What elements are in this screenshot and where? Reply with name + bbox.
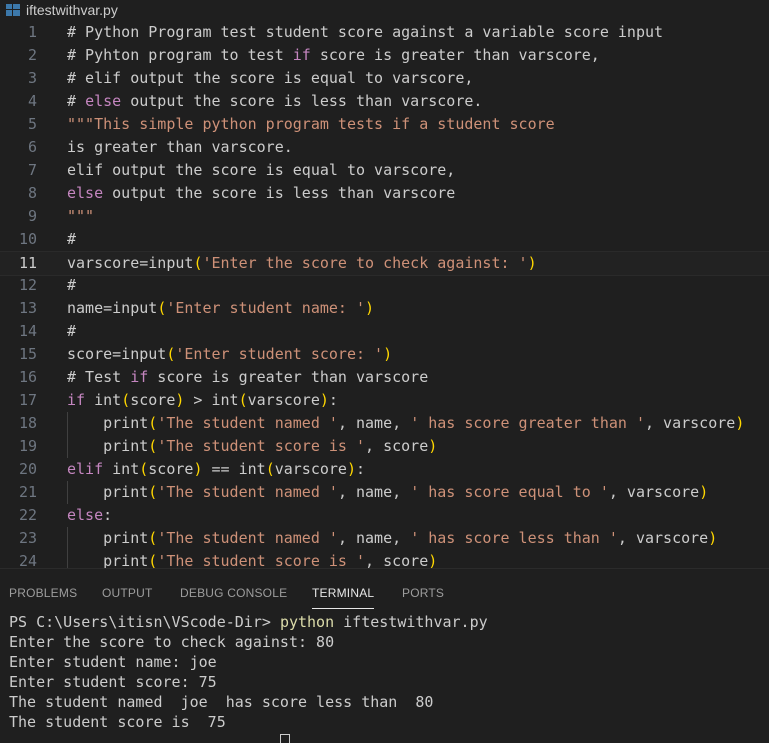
tab-terminal[interactable]: TERMINAL bbox=[312, 586, 375, 609]
panel-divider bbox=[0, 568, 769, 569]
code-text: else: bbox=[67, 506, 113, 524]
tab-debug-console[interactable]: DEBUG CONSOLE bbox=[180, 586, 287, 600]
line-number: 21 bbox=[18, 483, 37, 501]
terminal-prompt: PS C:\Users\itisn\VScode-Dir> bbox=[9, 613, 280, 631]
terminal-line: The student named joe has score less tha… bbox=[9, 693, 434, 711]
line-number: 7 bbox=[27, 161, 37, 179]
terminal-prompt-line: PS C:\Users\itisn\VScode-Dir> python ift… bbox=[9, 612, 769, 632]
tab-problems[interactable]: PROBLEMS bbox=[9, 586, 77, 600]
tab-filename: iftestwithvar.py bbox=[26, 2, 118, 18]
code-line[interactable]: 7 elif output the score is equal to varsc… bbox=[0, 159, 769, 182]
code-text: # bbox=[67, 322, 77, 340]
code-line[interactable]: 16 # Test if score is greater than varsco… bbox=[0, 366, 769, 389]
line-number: 24 bbox=[18, 552, 37, 568]
line-number: 18 bbox=[18, 414, 37, 432]
code-line[interactable]: 23 print('The student named ', name, ' h… bbox=[0, 527, 769, 550]
terminal-command: python bbox=[279, 613, 335, 631]
line-number: 8 bbox=[27, 184, 37, 202]
code-text: # bbox=[67, 230, 77, 248]
code-text: """ bbox=[67, 207, 95, 225]
code-line[interactable]: 15 score=input('Enter student score: ') bbox=[0, 343, 769, 366]
line-number: 5 bbox=[27, 115, 37, 133]
code-text: elif int(score) == int(varscore): bbox=[67, 460, 366, 478]
code-text: name=input('Enter student name: ') bbox=[67, 299, 375, 317]
code-text: # else output the score is less than var… bbox=[67, 92, 483, 110]
line-number: 12 bbox=[18, 276, 37, 294]
code-line[interactable]: 13 name=input('Enter student name: ') bbox=[0, 297, 769, 320]
python-file-icon bbox=[6, 4, 20, 16]
line-number: 13 bbox=[18, 299, 37, 317]
code-line[interactable]: 10 # bbox=[0, 228, 769, 251]
code-line[interactable]: 11 varscore=input('Enter the score to che… bbox=[0, 251, 769, 276]
tab-ports[interactable]: PORTS bbox=[402, 586, 444, 600]
line-number: 23 bbox=[18, 529, 37, 547]
line-number: 16 bbox=[18, 368, 37, 386]
line-number: 9 bbox=[27, 207, 37, 225]
terminal-line: Enter the score to check against: 80 bbox=[9, 633, 335, 651]
code-line[interactable]: 24 print('The student score is ', score) bbox=[0, 550, 769, 568]
code-text: # Python Program test student score agai… bbox=[67, 23, 664, 41]
code-line[interactable]: 4 # else output the score is less than va… bbox=[0, 90, 769, 113]
tab-output[interactable]: OUTPUT bbox=[102, 586, 153, 600]
line-number: 19 bbox=[18, 437, 37, 455]
code-text: elif output the score is equal to varsco… bbox=[67, 161, 456, 179]
panel-tab-bar: PROBLEMS OUTPUT DEBUG CONSOLE TERMINAL P… bbox=[0, 578, 769, 609]
code-line[interactable]: 9 """ bbox=[0, 205, 769, 228]
code-line[interactable]: 18 print('The student named ', name, ' h… bbox=[0, 412, 769, 435]
code-text: # bbox=[67, 276, 77, 294]
code-text: print('The student named ', name, ' has … bbox=[67, 529, 718, 547]
code-line[interactable]: 2 # Pyhton program to test if score is gr… bbox=[0, 44, 769, 67]
code-text: varscore=input('Enter the score to check… bbox=[67, 254, 537, 272]
line-number: 17 bbox=[18, 391, 37, 409]
line-number: 20 bbox=[18, 460, 37, 478]
editor-tab[interactable]: iftestwithvar.py bbox=[0, 0, 769, 20]
code-line[interactable]: 19 print('The student score is ', score) bbox=[0, 435, 769, 458]
code-editor[interactable]: 1 # Python Program test student score aga… bbox=[0, 20, 769, 568]
line-number: 22 bbox=[18, 506, 37, 524]
code-line[interactable]: 3 # elif output the score is equal to var… bbox=[0, 67, 769, 90]
line-number: 6 bbox=[27, 138, 37, 156]
code-line[interactable]: 21 print('The student named ', name, ' h… bbox=[0, 481, 769, 504]
line-number: 15 bbox=[18, 345, 37, 363]
line-number: 2 bbox=[27, 46, 37, 64]
code-text: print('The student score is ', score) bbox=[67, 437, 438, 455]
code-line[interactable]: 5 """This simple python program tests if … bbox=[0, 113, 769, 136]
code-text: print('The student named ', name, ' has … bbox=[67, 414, 745, 432]
code-line[interactable]: 8 else output the score is less than vars… bbox=[0, 182, 769, 205]
terminal-output[interactable]: PS C:\Users\itisn\VScode-Dir> python ift… bbox=[9, 612, 769, 732]
line-number: 3 bbox=[27, 69, 37, 87]
code-line[interactable]: 1 # Python Program test student score aga… bbox=[0, 21, 769, 44]
code-line[interactable]: 17 if int(score) > int(varscore): bbox=[0, 389, 769, 412]
code-line[interactable]: 14 # bbox=[0, 320, 769, 343]
code-text: score=input('Enter student score: ') bbox=[67, 345, 393, 363]
terminal-command-arg: iftestwithvar.py bbox=[334, 613, 488, 631]
code-text: is greater than varscore. bbox=[67, 138, 293, 156]
line-number: 10 bbox=[18, 230, 37, 248]
code-text: print('The student score is ', score) bbox=[67, 552, 438, 568]
terminal-line: Enter student score: 75 bbox=[9, 673, 217, 691]
line-number: 1 bbox=[27, 23, 37, 41]
code-text: # Test if score is greater than varscore bbox=[67, 368, 429, 386]
code-text: # Pyhton program to test if score is gre… bbox=[67, 46, 600, 64]
code-line[interactable]: 6 is greater than varscore. bbox=[0, 136, 769, 159]
line-number: 4 bbox=[27, 92, 37, 110]
code-text: print('The student named ', name, ' has … bbox=[67, 483, 709, 501]
line-number: 14 bbox=[18, 322, 37, 340]
code-line[interactable]: 12 # bbox=[0, 274, 769, 297]
code-text: if int(score) > int(varscore): bbox=[67, 391, 338, 409]
code-text: # elif output the score is equal to vars… bbox=[67, 69, 474, 87]
code-line[interactable]: 20 elif int(score) == int(varscore): bbox=[0, 458, 769, 481]
line-number: 11 bbox=[18, 254, 37, 272]
code-line[interactable]: 22 else: bbox=[0, 504, 769, 527]
terminal-line: Enter student name: joe bbox=[9, 653, 217, 671]
code-text: """This simple python program tests if a… bbox=[67, 115, 555, 133]
terminal-line: The student score is 75 bbox=[9, 713, 226, 731]
code-text: else output the score is less than varsc… bbox=[67, 184, 456, 202]
